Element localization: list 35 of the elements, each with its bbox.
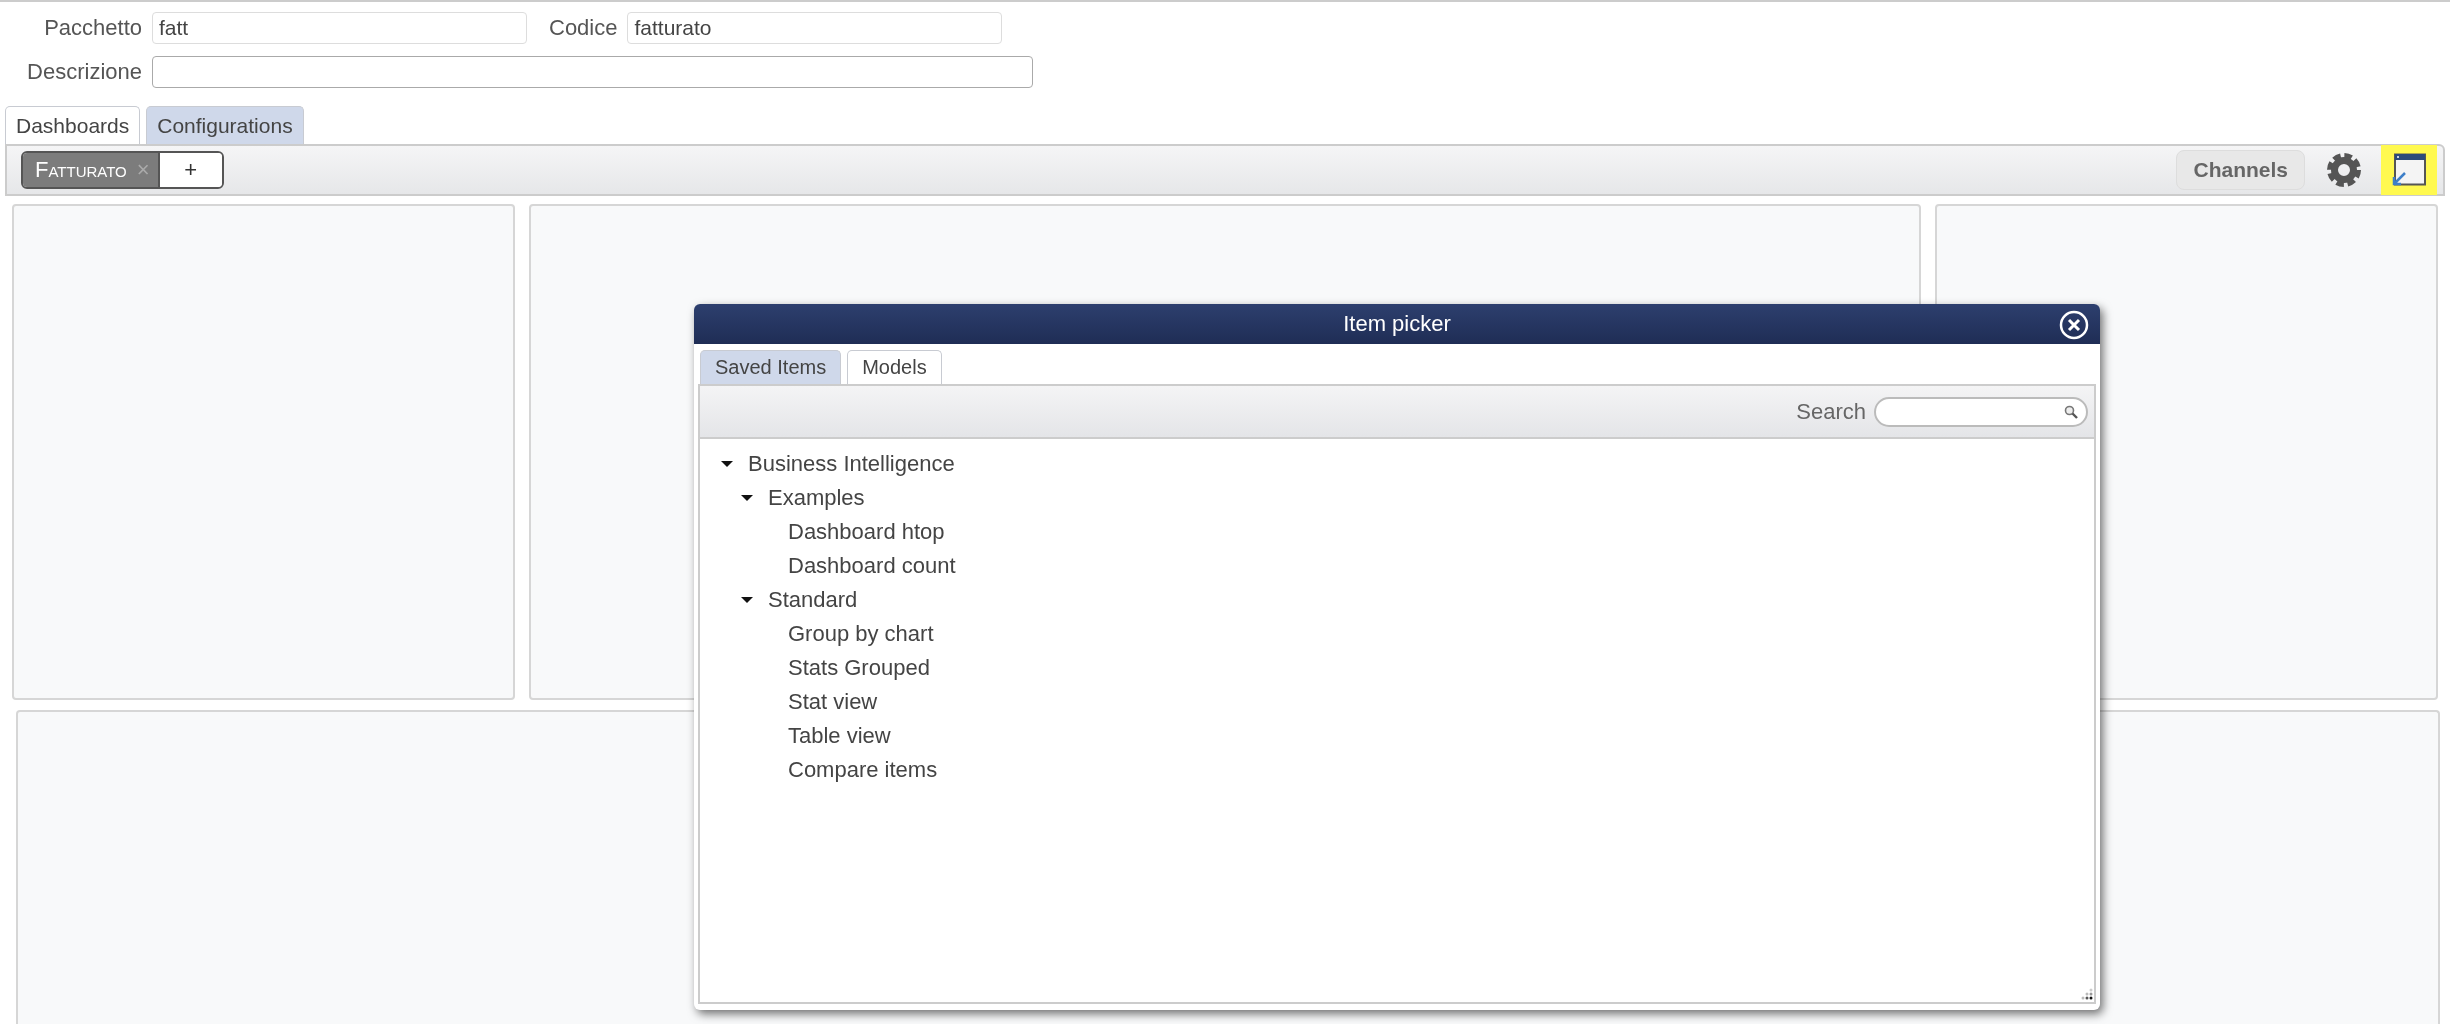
close-button[interactable] bbox=[2058, 309, 2090, 341]
caret-down-icon[interactable] bbox=[740, 494, 754, 502]
channels-button[interactable]: Channels bbox=[2176, 150, 2305, 190]
tab[interactable]: Dashboards bbox=[5, 106, 141, 144]
caret-down-icon[interactable] bbox=[720, 460, 734, 468]
field-label: Descrizione bbox=[26, 59, 142, 85]
dashboard-tab[interactable]: Fatturato × bbox=[23, 153, 158, 187]
settings-icon[interactable] bbox=[2325, 151, 2363, 189]
field-label: Codice bbox=[549, 15, 618, 41]
tree-folder[interactable]: Standard bbox=[768, 587, 858, 613]
field-label: Pacchetto bbox=[43, 15, 142, 41]
add-button[interactable]: + bbox=[157, 153, 222, 187]
window-button[interactable] bbox=[2381, 145, 2437, 195]
tree-item[interactable]: Group by chart bbox=[788, 621, 934, 647]
tree-folder[interactable]: Examples bbox=[768, 485, 865, 511]
caret-down-icon[interactable] bbox=[740, 596, 754, 604]
tree-item[interactable]: Dashboard htop bbox=[788, 519, 945, 545]
tree-folder[interactable]: Business Intelligence bbox=[748, 451, 955, 477]
tab[interactable]: Configurations bbox=[146, 106, 304, 144]
text-field[interactable]: fatt bbox=[152, 12, 527, 44]
tree-item[interactable]: Dashboard count bbox=[788, 553, 956, 579]
search-icon bbox=[2064, 404, 2078, 419]
text-field[interactable]: fatturato bbox=[627, 12, 1003, 44]
dashboard-tab-label[interactable]: Fatturato bbox=[35, 157, 127, 183]
tree-item[interactable]: Table view bbox=[788, 723, 891, 749]
tree-item[interactable]: Compare items bbox=[788, 757, 938, 783]
dialog-tab[interactable]: Saved Items bbox=[700, 350, 842, 384]
search-label: Search bbox=[1796, 398, 1866, 425]
dialog-title: Item picker bbox=[1343, 311, 1451, 337]
tree-item[interactable]: Stat view bbox=[788, 689, 878, 715]
resize-grip-icon[interactable] bbox=[2079, 987, 2093, 1001]
search-field[interactable] bbox=[1874, 396, 2088, 427]
text-field[interactable] bbox=[152, 56, 1033, 88]
dialog-tab[interactable]: Models bbox=[847, 350, 942, 384]
tree-item[interactable]: Stats Grouped bbox=[788, 655, 930, 681]
